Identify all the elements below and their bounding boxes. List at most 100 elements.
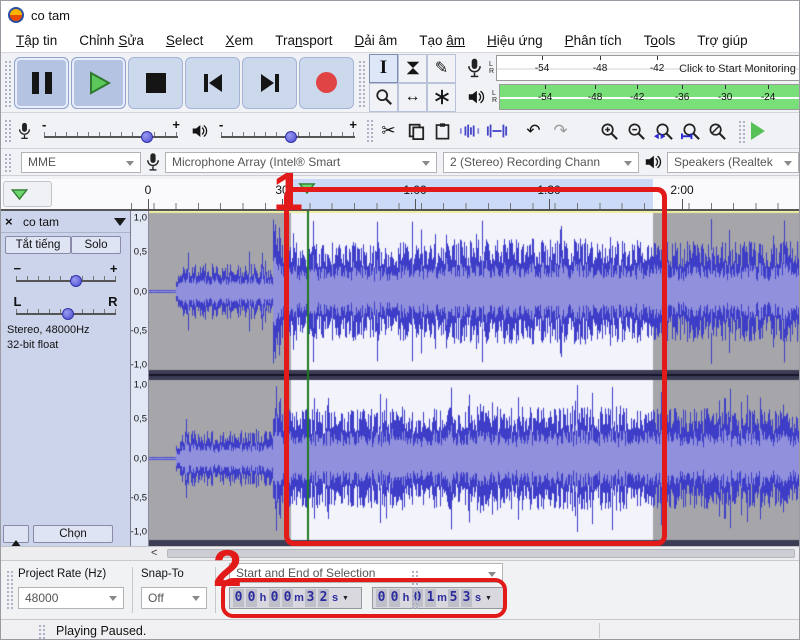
- paste-button[interactable]: [429, 118, 456, 145]
- menu-item-select[interactable]: Select: [155, 30, 215, 51]
- menu-item-tạo-âm[interactable]: Tạo âm: [408, 30, 476, 51]
- input-device-mic-icon: [146, 152, 160, 172]
- slider-thumb[interactable]: [141, 131, 153, 143]
- playback-volume-speaker-icon: [191, 122, 208, 140]
- menu-item-phân-tích[interactable]: Phân tích: [554, 30, 633, 51]
- statusbar-grip: [37, 623, 45, 639]
- audio-host-select[interactable]: MME: [21, 152, 141, 173]
- plus-label: +: [172, 117, 180, 132]
- selection-tool-button[interactable]: I: [369, 54, 398, 83]
- skip-to-end-button[interactable]: [242, 57, 297, 109]
- redo-button[interactable]: ↷: [547, 118, 574, 145]
- pan-right-label: R: [108, 294, 117, 309]
- project-rate-select[interactable]: 48000: [18, 587, 124, 609]
- asterisk-icon: [434, 89, 450, 105]
- ibeam-icon: I: [380, 57, 387, 79]
- zoom-fit-button[interactable]: [677, 118, 704, 145]
- pan-slider[interactable]: L R: [14, 297, 118, 319]
- snap-to-label: Snap-To: [141, 568, 184, 580]
- zoom-out-button[interactable]: [623, 118, 650, 145]
- mute-button[interactable]: Tắt tiếng: [5, 236, 71, 254]
- playback-meter-bar[interactable]: -54-48-42-36-30-24: [499, 84, 800, 110]
- stop-button[interactable]: [128, 57, 183, 109]
- silence-audio-button[interactable]: [483, 118, 510, 145]
- collapse-track-button[interactable]: [3, 525, 29, 543]
- undo-button[interactable]: ↶: [520, 118, 547, 145]
- vertical-ruler-label: -1,0: [131, 527, 147, 538]
- toolbar-grip[interactable]: [3, 118, 11, 144]
- multi-tool-button[interactable]: [427, 83, 456, 112]
- recording-volume-slider[interactable]: - +: [42, 120, 180, 142]
- play-at-speed-icon[interactable]: [751, 122, 765, 140]
- pause-button[interactable]: [14, 57, 69, 109]
- loop-pin-icon: [11, 189, 28, 200]
- record-button[interactable]: [299, 57, 354, 109]
- trim-icon: [459, 123, 481, 139]
- selection-start-field[interactable]: 00h00m32s▼: [229, 587, 362, 609]
- solo-button[interactable]: Solo: [71, 236, 121, 254]
- minus-label: -: [42, 117, 46, 132]
- meter-tick-label: -48: [588, 92, 602, 103]
- toolbar-grip[interactable]: [357, 59, 365, 107]
- selection-end-field[interactable]: 00h01m53s▼: [372, 587, 505, 609]
- toolbar-grip[interactable]: [3, 152, 11, 172]
- scroll-left-arrow[interactable]: <: [151, 547, 157, 559]
- menu-item-dải-âm[interactable]: Dải âm: [343, 30, 408, 51]
- toolbar-grip[interactable]: [3, 59, 11, 107]
- scrollbar-thumb[interactable]: [167, 549, 795, 558]
- slider-thumb[interactable]: [70, 275, 82, 287]
- meter-tick-label: -24: [761, 92, 775, 103]
- playback-meter[interactable]: LR -54-48-42-36-30-24: [462, 84, 800, 111]
- menu-item-xem[interactable]: Xem: [214, 30, 264, 51]
- close-track-button[interactable]: ×: [5, 214, 19, 229]
- copy-button[interactable]: [402, 118, 429, 145]
- vertical-ruler-label: 0,0: [134, 286, 147, 297]
- select-track-button[interactable]: Chọn: [33, 525, 113, 543]
- track-title[interactable]: co tam: [23, 215, 110, 229]
- timeline-ruler[interactable]: 0301:001:302:00: [1, 179, 800, 211]
- menu-item-tools[interactable]: Tools: [633, 30, 687, 51]
- recording-meter[interactable]: LR -54-48-42Click to Start Monitoring: [462, 55, 800, 82]
- toolbar-grip[interactable]: [410, 569, 418, 611]
- meter-hint-text: Click to Start Monitoring: [679, 63, 796, 75]
- toolbar-grip[interactable]: [365, 118, 373, 144]
- recording-device-select[interactable]: Microphone Array (Intel® Smart: [165, 152, 437, 173]
- playback-device-select[interactable]: Speakers (Realtek: [667, 152, 799, 173]
- stereo-waveform[interactable]: [149, 211, 800, 546]
- zoom-in-button[interactable]: [596, 118, 623, 145]
- horizontal-scrollbar[interactable]: <: [1, 546, 800, 560]
- selection-mode-select[interactable]: Start and End of Selection: [229, 563, 503, 583]
- toolbar-grip[interactable]: [737, 119, 745, 143]
- cut-button[interactable]: ✂: [375, 118, 402, 145]
- timeshift-tool-button[interactable]: ↔: [398, 83, 427, 112]
- play-button[interactable]: [71, 57, 126, 109]
- zoom-tool-button[interactable]: [369, 83, 398, 112]
- zoom-toggle-button[interactable]: [704, 118, 731, 145]
- recording-meter-bar[interactable]: -54-48-42Click to Start Monitoring: [496, 55, 800, 81]
- toolbar-grip[interactable]: [5, 569, 13, 611]
- menu-item-trợ-giúp[interactable]: Trợ giúp: [686, 30, 758, 51]
- menu-item-chỉnh-sửa[interactable]: Chỉnh Sửa: [68, 30, 155, 51]
- mic-icon: [467, 57, 482, 79]
- playback-volume-slider[interactable]: - +: [219, 120, 357, 142]
- menu-item-hiệu-ứng[interactable]: Hiệu ứng: [476, 30, 554, 51]
- envelope-icon: [404, 59, 422, 77]
- timefield-dropdown-icon[interactable]: ▼: [342, 595, 349, 602]
- snap-to-select[interactable]: Off: [141, 587, 207, 609]
- menu-item-transport[interactable]: Transport: [264, 30, 343, 51]
- timeline-pin-button[interactable]: [3, 181, 52, 207]
- envelope-tool-button[interactable]: [398, 54, 427, 83]
- menu-item-tập-tin[interactable]: Tập tin: [5, 30, 68, 51]
- skip-to-start-button[interactable]: [185, 57, 240, 109]
- slider-thumb[interactable]: [62, 308, 74, 320]
- meter-tick-label: -36: [675, 92, 689, 103]
- playhead-marker-icon[interactable]: [299, 181, 316, 199]
- track-menu-icon[interactable]: [114, 218, 126, 226]
- zoom-selection-button[interactable]: [650, 118, 677, 145]
- draw-tool-button[interactable]: ✎: [427, 54, 456, 83]
- timefield-dropdown-icon[interactable]: ▼: [485, 595, 492, 602]
- gain-slider[interactable]: − +: [14, 264, 118, 286]
- slider-thumb[interactable]: [285, 131, 297, 143]
- recording-channels-select[interactable]: 2 (Stereo) Recording Chann: [443, 152, 639, 173]
- trim-audio-button[interactable]: [456, 118, 483, 145]
